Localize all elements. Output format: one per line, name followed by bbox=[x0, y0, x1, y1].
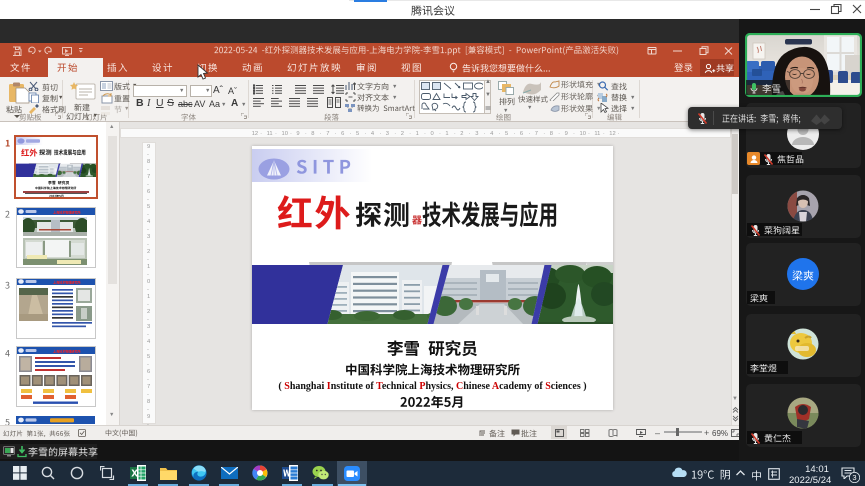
svg-text:3: 3 bbox=[852, 473, 856, 482]
